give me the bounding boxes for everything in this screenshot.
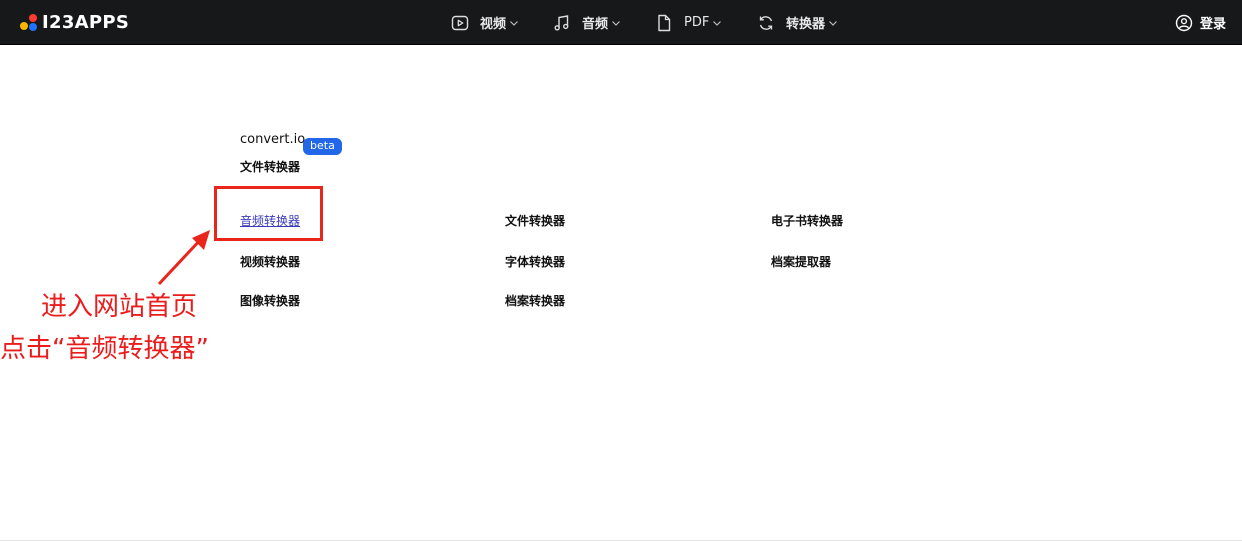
nav-item-audio[interactable]: 音频 — [553, 0, 621, 45]
nav-item-video[interactable]: 视频 — [451, 0, 519, 45]
video-converter-link[interactable]: 视频转换器 — [240, 253, 300, 270]
image-converter-link[interactable]: 图像转换器 — [240, 292, 300, 309]
archive-converter-link[interactable]: 档案转换器 — [505, 292, 565, 309]
nav-label-converter: 转换器 — [786, 17, 826, 32]
highlight-box — [214, 186, 323, 241]
logo-text: I23APPS — [42, 11, 130, 33]
nav-label-pdf: PDF — [684, 15, 710, 30]
ebook-converter-link[interactable]: 电子书转换器 — [771, 212, 843, 229]
nav-item-converter[interactable]: 转换器 — [757, 0, 838, 45]
beta-badge: beta — [303, 138, 342, 155]
music-note-icon — [553, 14, 571, 32]
chevron-down-icon — [611, 18, 621, 28]
brand-name: convert.io — [240, 132, 306, 147]
font-converter-link[interactable]: 字体转换器 — [505, 253, 565, 270]
login-button[interactable]: 登录 — [1175, 0, 1226, 45]
video-play-icon — [451, 14, 469, 32]
document-icon — [655, 14, 673, 32]
logo[interactable]: I23APPS — [20, 11, 129, 33]
user-icon — [1175, 14, 1193, 32]
divider — [0, 540, 1242, 541]
login-label: 登录 — [1199, 17, 1226, 32]
archive-extractor-link[interactable]: 档案提取器 — [771, 253, 831, 270]
logo-dots-icon — [20, 13, 38, 31]
chevron-down-icon — [828, 18, 838, 28]
brand-subtitle: 文件转换器 — [240, 160, 301, 174]
nav-label-audio: 音频 — [582, 17, 609, 32]
chevron-down-icon — [509, 18, 519, 28]
annotation-line-1: 进入网站首页 — [41, 292, 198, 322]
top-navigation-bar: I23APPS 视频 音频 PDF 转换器 登录 — [0, 0, 1242, 45]
nav-item-pdf[interactable]: PDF — [655, 0, 722, 45]
nav-label-video: 视频 — [480, 17, 507, 32]
arrow-icon — [157, 230, 210, 286]
refresh-icon — [757, 14, 775, 32]
chevron-down-icon — [712, 18, 722, 28]
document-converter-link[interactable]: 文件转换器 — [505, 212, 565, 229]
annotation-line-2: 点击“音频转换器” — [0, 334, 209, 364]
